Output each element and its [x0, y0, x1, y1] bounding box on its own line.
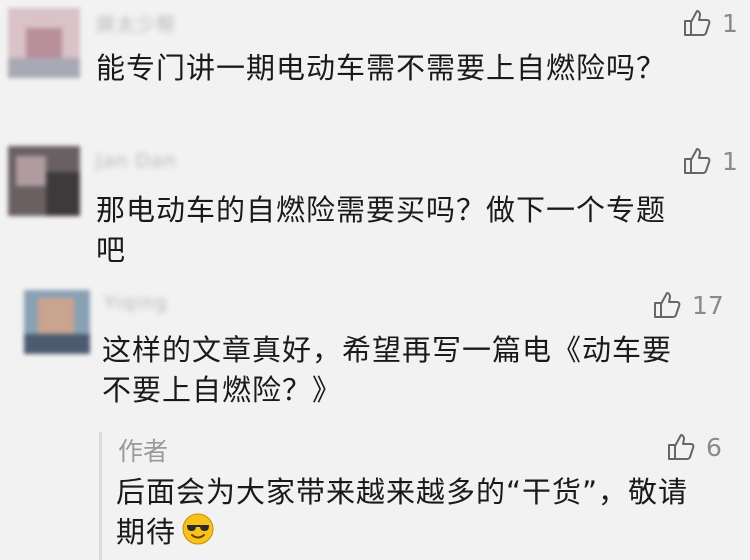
thumbs-up-icon — [682, 8, 712, 38]
comment-line: 能专门讲一期电动车需不需要上自燃险吗？ — [96, 51, 667, 85]
comment-line: 这样的文章真好，希望再写一篇电《动车要 — [102, 333, 673, 367]
author-label: 作者 — [118, 437, 169, 466]
sunglasses-smile-emoji — [182, 513, 214, 555]
thumbs-up-icon — [666, 432, 696, 462]
like-button[interactable]: 1 — [682, 8, 738, 38]
author-reply-text: 后面会为大家带来越来越多的“干货”，敬请 期待 — [116, 472, 688, 555]
like-button[interactable]: 17 — [652, 290, 724, 320]
reply-line-text: 期待 — [116, 515, 177, 549]
like-count: 17 — [692, 290, 724, 320]
thumbs-up-icon — [682, 146, 712, 176]
like-count: 1 — [722, 8, 738, 38]
reply-divider — [99, 432, 102, 560]
reply-line: 后面会为大家带来越来越多的“干货”，敬请 — [116, 475, 689, 509]
comment-line: 不要上自燃险？》 — [102, 373, 343, 407]
avatar[interactable] — [8, 146, 80, 216]
reply-line-2: 期待 — [116, 512, 688, 555]
like-count: 6 — [706, 432, 722, 462]
username[interactable]: 屏太少帮 — [96, 10, 176, 37]
like-count: 1 — [722, 146, 738, 176]
thumbs-up-icon — [652, 290, 682, 320]
like-button[interactable]: 1 — [682, 146, 738, 176]
avatar[interactable] — [24, 290, 90, 354]
username[interactable]: Jan Dan — [96, 150, 177, 172]
comment-line: 那电动车的自燃险需要买吗？做下一个专题 — [96, 193, 667, 227]
comment-text: 能专门讲一期电动车需不需要上自燃险吗？ — [96, 48, 666, 88]
comment-line: 吧 — [96, 233, 127, 267]
comment-text: 那电动车的自燃险需要买吗？做下一个专题 吧 — [96, 190, 666, 270]
avatar[interactable] — [8, 8, 80, 78]
like-button[interactable]: 6 — [666, 432, 722, 462]
username[interactable]: Yiqing — [104, 292, 168, 314]
comment-text: 这样的文章真好，希望再写一篇电《动车要 不要上自燃险？》 — [102, 330, 672, 410]
